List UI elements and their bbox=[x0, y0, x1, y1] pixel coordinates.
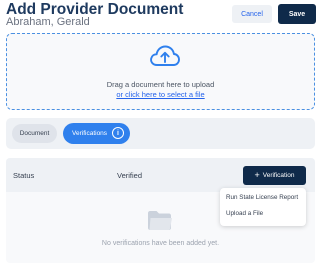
menu-item-run-state-license-report[interactable]: Run State License Report bbox=[226, 194, 298, 201]
tabs-bar: Document Verifications i bbox=[6, 118, 315, 149]
provider-name: Abraham, Gerald bbox=[6, 16, 90, 28]
verifications-table-header: Status Verified + Verification bbox=[6, 158, 315, 192]
plus-icon: + bbox=[254, 170, 260, 180]
folder-icon bbox=[148, 211, 172, 230]
tab-document[interactable]: Document bbox=[12, 124, 57, 143]
save-button[interactable]: Save bbox=[278, 4, 316, 24]
info-icon: i bbox=[112, 127, 124, 139]
empty-state-message: No verifications have been added yet. bbox=[101, 240, 220, 247]
column-header-verified: Verified bbox=[117, 171, 143, 180]
upload-dropzone[interactable]: Drag a document here to upload or click … bbox=[6, 33, 315, 110]
tab-verifications-label: Verifications bbox=[72, 130, 108, 137]
select-file-link[interactable]: or click here to select a file bbox=[7, 90, 314, 99]
add-verification-button[interactable]: + Verification bbox=[243, 166, 306, 185]
add-verification-menu: Run State License Report Upload a File bbox=[220, 188, 306, 226]
add-verification-label: Verification bbox=[262, 172, 295, 179]
tab-verifications[interactable]: Verifications i bbox=[63, 123, 130, 144]
cancel-button[interactable]: Cancel bbox=[232, 5, 272, 23]
menu-item-upload-a-file[interactable]: Upload a File bbox=[226, 210, 263, 217]
cloud-upload-icon bbox=[150, 45, 180, 66]
column-header-status: Status bbox=[13, 171, 35, 180]
dropzone-instructions: Drag a document here to upload bbox=[106, 80, 215, 89]
